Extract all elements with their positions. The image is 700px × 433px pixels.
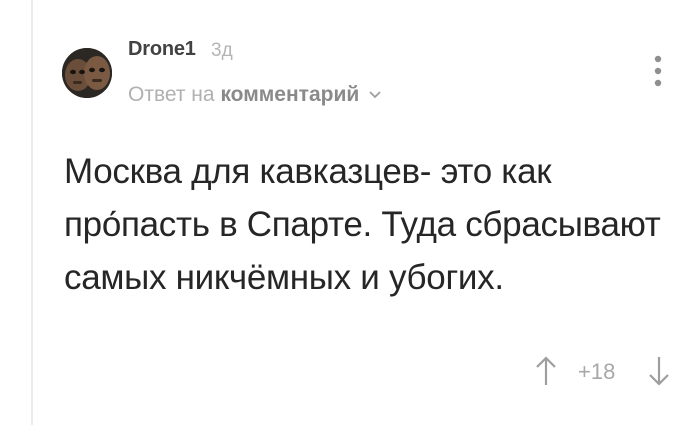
reply-link[interactable]: комментарий <box>220 83 359 106</box>
reply-prefix: Ответ на <box>128 83 215 106</box>
reply-reference: Ответ на комментарий <box>128 83 381 107</box>
comment-time: 3д <box>211 40 233 61</box>
arrow-down-icon[interactable] <box>648 355 670 392</box>
rating-count: +18 <box>578 359 616 384</box>
comment-text: Москва для кавказцев- это как про́пасть … <box>64 152 661 297</box>
avatar-image <box>62 48 112 98</box>
chevron-down-icon[interactable] <box>369 81 381 105</box>
more-vertical-icon[interactable] <box>651 54 665 90</box>
thread-line <box>31 0 33 425</box>
avatar[interactable] <box>62 48 112 98</box>
arrow-up-icon[interactable] <box>535 355 557 392</box>
author-name[interactable]: Drone1 <box>128 38 196 61</box>
